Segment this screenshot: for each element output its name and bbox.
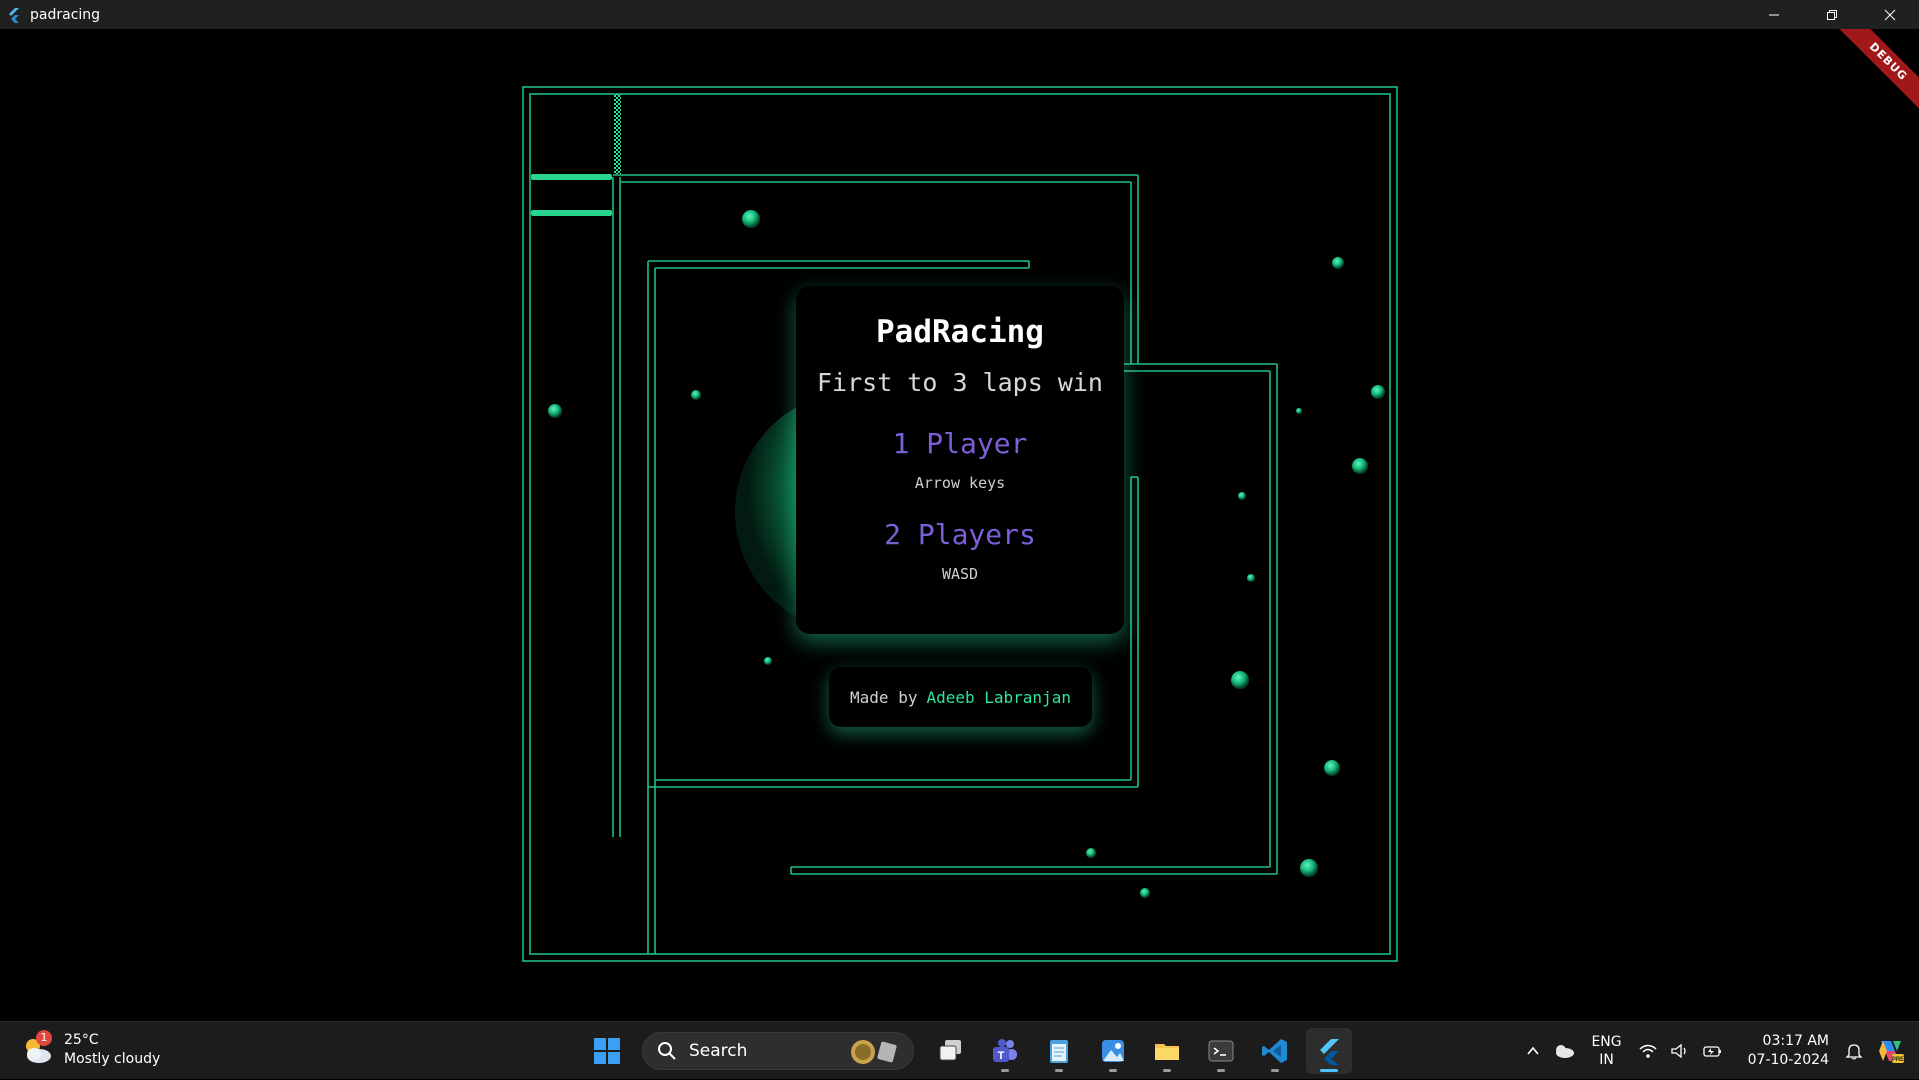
search-icon [658,1042,676,1060]
show-hidden-icons-button[interactable] [1525,1043,1541,1059]
clock[interactable]: 03:17 AM 07-10-2024 [1748,1032,1829,1070]
minimize-icon [1769,14,1779,15]
game-title: PadRacing [876,314,1044,350]
photos-icon [1102,1040,1124,1062]
language-indicator[interactable]: ENG IN [1591,1033,1621,1069]
taskbar: 1 25°C Mostly cloudy Search T ENG IN 03:… [0,1021,1919,1079]
wifi-icon [1639,1044,1657,1058]
svg-text:T: T [998,1050,1005,1062]
maximize-button[interactable] [1803,0,1861,29]
terminal-button[interactable] [1198,1028,1244,1074]
flutter-app-icon [9,7,19,23]
credit-prefix: Made by [850,687,918,707]
chevron-up-icon [1527,1046,1540,1055]
start-pad-2 [531,210,612,216]
minimize-button[interactable] [1745,0,1803,29]
finish-line [614,94,621,174]
file-explorer-button[interactable] [1144,1028,1190,1074]
weather-badge: 1 [36,1030,52,1046]
one-player-button[interactable]: 1 Player [893,427,1028,460]
vscode-icon [1262,1039,1287,1063]
game-canvas[interactable]: DEBUG PadRacing First to 3 laps win 1 Pl… [0,29,1919,1021]
clock-time: 03:17 AM [1762,1033,1829,1049]
start-pad-1 [531,174,612,180]
region-code: IN [1599,1052,1614,1068]
language-code: ENG [1591,1034,1622,1050]
svg-text:PRE: PRE [1892,1057,1904,1063]
window-title: padracing [30,6,101,23]
copilot-button[interactable]: PRE [1875,1037,1905,1065]
notepad-icon [1050,1040,1068,1063]
terminal-icon [1208,1040,1234,1062]
speaker-icon [1670,1043,1686,1059]
credits-card: Made by Adeeb Labranjan [829,667,1092,727]
photos-button[interactable] [1090,1028,1136,1074]
close-icon [1884,9,1896,20]
weather-widget[interactable]: 1 25°C Mostly cloudy [20,1030,161,1069]
two-players-button[interactable]: 2 Players [884,518,1036,551]
folder-icon [1155,1044,1179,1060]
flutter-app-button[interactable] [1306,1028,1352,1074]
one-player-controls-hint: Arrow keys [914,474,1006,492]
task-view-button[interactable] [928,1028,974,1074]
start-button[interactable] [584,1028,630,1074]
taskbar-search[interactable]: Search [642,1032,914,1070]
weather-icon: 1 [20,1030,56,1068]
author-link[interactable]: Adeeb Labranjan [926,688,1071,707]
notepad-button[interactable] [1036,1028,1082,1074]
restore-icon [1827,9,1837,20]
task-view-icon [939,1040,961,1061]
notifications-button[interactable] [1845,1042,1863,1060]
cloud-icon [1556,1045,1575,1058]
battery-icon [1702,1046,1721,1057]
teams-icon: T [993,1039,1017,1062]
flutter-icon [1320,1039,1339,1065]
title-bar: padracing [0,0,1919,29]
volume-button[interactable] [1670,1043,1690,1059]
clock-date: 07-10-2024 [1747,1052,1829,1068]
teams-button[interactable]: T [982,1028,1028,1074]
bell-icon [1845,1044,1863,1060]
search-label: Search [689,1041,748,1061]
game-menu: PadRacing First to 3 laps win 1 Player A… [796,286,1124,634]
onedrive-button[interactable] [1553,1043,1575,1059]
close-button[interactable] [1861,0,1919,29]
copilot-icon: PRE [1879,1041,1904,1063]
search-highlight-icon [851,1040,897,1064]
battery-button[interactable] [1702,1043,1724,1059]
weather-temp: 25°C [64,1032,99,1048]
windows-icon [594,1038,620,1064]
weather-condition: Mostly cloudy [64,1051,161,1067]
game-subtitle: First to 3 laps win [817,368,1103,397]
two-players-controls-hint: WASD [941,565,979,583]
vscode-button[interactable] [1252,1028,1298,1074]
network-button[interactable] [1638,1043,1658,1059]
